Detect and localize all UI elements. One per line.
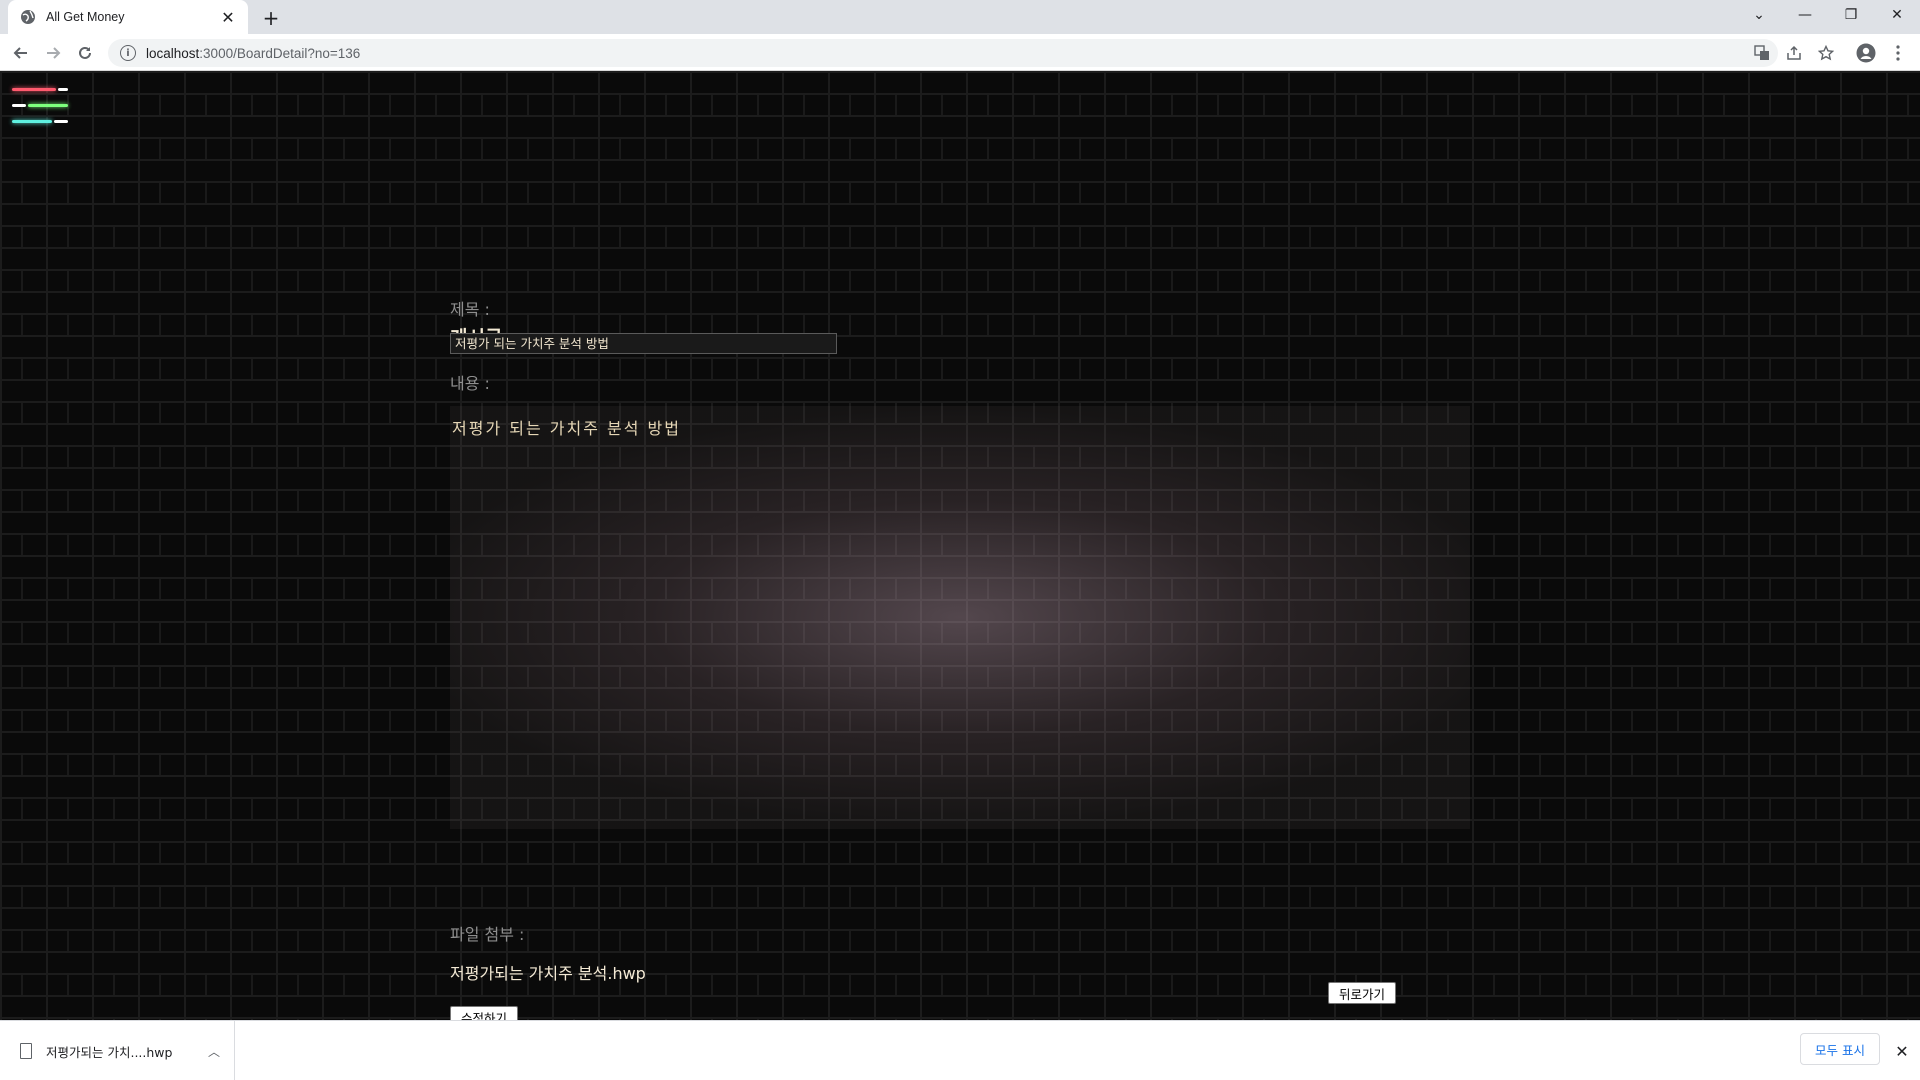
menu-line-green [28, 104, 68, 107]
profile-avatar-icon[interactable] [1856, 43, 1876, 63]
title-label: 제목 : [450, 300, 490, 319]
hamburger-menu-icon[interactable] [12, 86, 70, 128]
url-host: localhost [146, 45, 200, 61]
share-icon[interactable] [1784, 43, 1804, 63]
edit-button[interactable]: 수정하기 [450, 1006, 518, 1020]
bookmark-star-icon[interactable] [1816, 43, 1836, 63]
file-attach-label: 파일 첨부 : [450, 925, 525, 944]
page-viewport: 게시글 제목 : 저평가 되는 가치주 분석 방법 내용 : 저평가 되는 가치… [0, 71, 1920, 1020]
download-item[interactable]: 저평가되는 가치....hwp ︿ [10, 1021, 235, 1080]
reload-icon[interactable] [72, 40, 98, 66]
show-all-button[interactable]: 모두 표시 [1800, 1033, 1880, 1065]
menu-line-dash [54, 120, 68, 123]
restore-icon[interactable]: ❐ [1828, 0, 1874, 30]
menu-line-dash [12, 104, 26, 107]
content-label: 내용 : [450, 374, 490, 393]
window-close-icon[interactable]: ✕ [1874, 0, 1920, 30]
address-bar[interactable]: i localhost:3000/BoardDetail?no=136 [108, 39, 1778, 67]
tab-strip: All Get Money ✕ + ⌄ — ❐ ✕ [0, 0, 1920, 34]
url-path: :3000/BoardDetail?no=136 [199, 45, 361, 61]
menu-line-cyan [12, 120, 52, 123]
attached-file-link[interactable]: 저평가되는 가치주 분석.hwp [450, 960, 646, 984]
menu-line-dash [58, 88, 68, 91]
translate-icon[interactable] [1752, 43, 1772, 63]
back-button[interactable]: 뒤로가기 [1328, 982, 1396, 1004]
tab-search-icon[interactable]: ⌄ [1736, 0, 1782, 30]
content-text: 저평가 되는 가치주 분석 방법 [452, 419, 681, 438]
download-file-name: 저평가되는 가치....hwp [46, 1044, 173, 1060]
new-tab-button[interactable]: + [260, 6, 282, 30]
browser-toolbar: i localhost:3000/BoardDetail?no=136 [0, 34, 1920, 71]
kebab-menu-icon[interactable] [1888, 43, 1908, 63]
forward-arrow-icon[interactable] [40, 40, 66, 66]
tab-close-icon[interactable]: ✕ [218, 7, 238, 27]
tab-title: All Get Money [46, 10, 125, 24]
chevron-up-icon[interactable]: ︿ [208, 1043, 220, 1060]
title-field[interactable]: 저평가 되는 가치주 분석 방법 [450, 333, 837, 354]
download-shelf: 저평가되는 가치....hwp ︿ 모두 표시 ✕ [0, 1020, 1920, 1080]
globe-icon [21, 10, 35, 24]
back-arrow-icon[interactable] [8, 40, 34, 66]
site-info-icon[interactable]: i [120, 45, 136, 61]
shelf-close-icon[interactable]: ✕ [1892, 1041, 1912, 1061]
browser-tab[interactable]: All Get Money ✕ [8, 0, 248, 34]
content-area[interactable] [450, 406, 1470, 829]
url-text: localhost:3000/BoardDetail?no=136 [146, 46, 360, 61]
file-icon [20, 1043, 32, 1059]
minimize-icon[interactable]: — [1782, 0, 1828, 30]
menu-line-red [12, 88, 56, 91]
